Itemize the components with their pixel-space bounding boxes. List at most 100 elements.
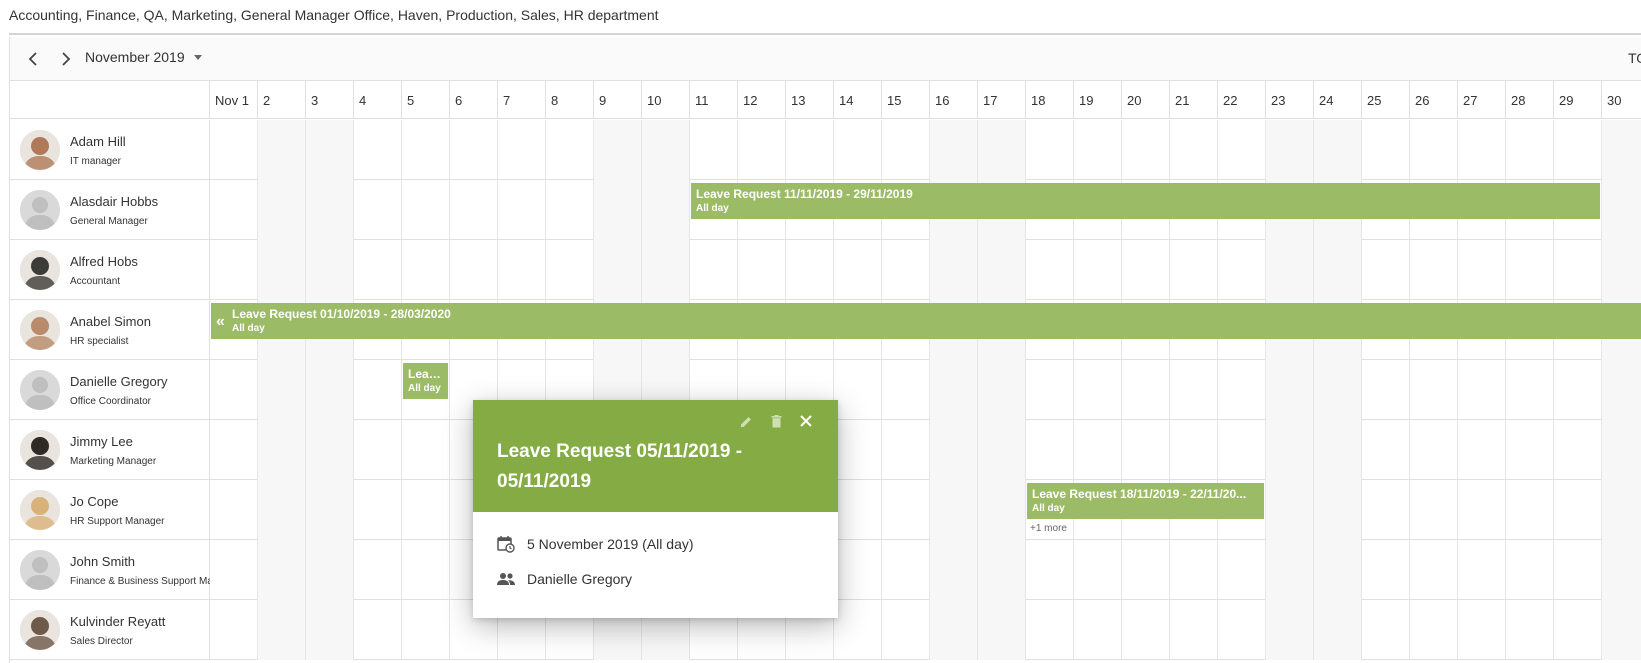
timeline-cell[interactable]	[1266, 540, 1314, 600]
timeline-cell[interactable]	[978, 120, 1026, 180]
date-header-cell[interactable]: 4	[354, 81, 402, 119]
date-header-cell[interactable]: 12	[738, 81, 786, 119]
timeline-cell[interactable]	[1122, 240, 1170, 300]
date-header-cell[interactable]: 9	[594, 81, 642, 119]
timeline-cell[interactable]	[1362, 420, 1410, 480]
timeline-cell[interactable]	[210, 420, 258, 480]
timeline-cell[interactable]	[354, 600, 402, 660]
timeline-cell[interactable]	[1170, 120, 1218, 180]
timeline-cell[interactable]	[258, 420, 306, 480]
timeline-cell[interactable]	[1026, 540, 1074, 600]
timeline-cell[interactable]	[402, 240, 450, 300]
timeline-cell[interactable]	[306, 240, 354, 300]
timeline-cell[interactable]	[690, 120, 738, 180]
timeline-cell[interactable]	[930, 420, 978, 480]
timeline-cell[interactable]	[882, 240, 930, 300]
timeline-cell[interactable]	[1026, 240, 1074, 300]
timeline-cell[interactable]	[1554, 120, 1602, 180]
timeline-cell[interactable]	[1266, 360, 1314, 420]
timeline-cell[interactable]	[1266, 600, 1314, 660]
timeline-cell[interactable]	[1170, 420, 1218, 480]
timeline-cell[interactable]	[1074, 420, 1122, 480]
timeline-cell[interactable]	[402, 420, 450, 480]
timeline-cell[interactable]	[1122, 540, 1170, 600]
timeline-cell[interactable]	[1458, 360, 1506, 420]
timeline-cell[interactable]	[1458, 420, 1506, 480]
timeline-cell[interactable]	[1122, 360, 1170, 420]
date-header-cell[interactable]: Nov 1	[210, 81, 258, 119]
timeline-cell[interactable]	[1410, 420, 1458, 480]
timeline-cell[interactable]	[1458, 540, 1506, 600]
timeline-cell[interactable]	[1410, 480, 1458, 540]
previous-period-button[interactable]	[21, 47, 45, 71]
timeline-cell[interactable]	[354, 180, 402, 240]
date-header-cell[interactable]: 7	[498, 81, 546, 119]
timeline-cell[interactable]	[1554, 360, 1602, 420]
timeline-cell[interactable]	[1170, 240, 1218, 300]
timeline-cell[interactable]	[258, 240, 306, 300]
timeline-cell[interactable]	[1506, 480, 1554, 540]
timeline-cell[interactable]	[882, 360, 930, 420]
timeline-cell[interactable]	[258, 180, 306, 240]
timeline-cell[interactable]	[1602, 180, 1641, 240]
timeline-cell[interactable]	[402, 540, 450, 600]
timeline-cell[interactable]	[1554, 600, 1602, 660]
timeline-cell[interactable]	[1266, 240, 1314, 300]
timeline-cell[interactable]	[1506, 540, 1554, 600]
timeline-cell[interactable]	[1506, 360, 1554, 420]
timeline-cell[interactable]	[1362, 540, 1410, 600]
timeline-cell[interactable]	[642, 120, 690, 180]
timeline-cell[interactable]	[498, 180, 546, 240]
timeline-cell[interactable]	[1362, 240, 1410, 300]
timeline-cell[interactable]	[1314, 540, 1362, 600]
timeline-cell[interactable]	[354, 360, 402, 420]
timeline-cell[interactable]	[1314, 120, 1362, 180]
timeline-cell[interactable]	[834, 420, 882, 480]
timeline-cell[interactable]	[978, 540, 1026, 600]
timeline-cell[interactable]	[1602, 120, 1641, 180]
timeline-cell[interactable]	[306, 360, 354, 420]
timeline-cell[interactable]	[786, 120, 834, 180]
timeline-cell[interactable]	[834, 540, 882, 600]
timeline-cell[interactable]	[354, 480, 402, 540]
timeline-cell[interactable]	[930, 120, 978, 180]
date-header-cell[interactable]: 26	[1410, 81, 1458, 119]
delete-button[interactable]	[765, 410, 787, 432]
date-header-cell[interactable]: 18	[1026, 81, 1074, 119]
timeline-cell[interactable]	[210, 180, 258, 240]
timeline-cell[interactable]	[1602, 480, 1641, 540]
timeline-cell[interactable]	[450, 120, 498, 180]
close-button[interactable]	[795, 410, 817, 432]
timeline-cell[interactable]	[1506, 120, 1554, 180]
timeline-cell[interactable]	[1074, 600, 1122, 660]
timeline-cell[interactable]	[882, 600, 930, 660]
timeline-cell[interactable]	[1458, 120, 1506, 180]
today-button[interactable]: TO	[1628, 50, 1641, 66]
timeline-cell[interactable]	[1026, 360, 1074, 420]
date-header-cell[interactable]: 16	[930, 81, 978, 119]
timeline-cell[interactable]	[642, 180, 690, 240]
timeline-cell[interactable]	[930, 480, 978, 540]
timeline-cell[interactable]	[1602, 360, 1641, 420]
timeline-cell[interactable]	[1602, 600, 1641, 660]
timeline-cell[interactable]	[1554, 540, 1602, 600]
timeline-cell[interactable]	[1266, 420, 1314, 480]
timeline-cell[interactable]	[1266, 120, 1314, 180]
timeline-cell[interactable]	[930, 540, 978, 600]
timeline-cell[interactable]	[1074, 120, 1122, 180]
timeline-cell[interactable]	[978, 480, 1026, 540]
timeline-cell[interactable]	[306, 180, 354, 240]
timeline-cell[interactable]	[1314, 420, 1362, 480]
timeline-cell[interactable]	[1602, 540, 1641, 600]
date-header-cell[interactable]: 6	[450, 81, 498, 119]
timeline-cell[interactable]	[1506, 600, 1554, 660]
timeline-cell[interactable]	[210, 360, 258, 420]
timeline-cell[interactable]	[1074, 360, 1122, 420]
timeline-cell[interactable]	[1554, 240, 1602, 300]
timeline-cell[interactable]	[306, 420, 354, 480]
timeline-cell[interactable]	[1362, 480, 1410, 540]
timeline-cell[interactable]	[930, 600, 978, 660]
timeline-cell[interactable]	[1218, 600, 1266, 660]
timeline-cell[interactable]	[594, 180, 642, 240]
timeline-cell[interactable]	[546, 180, 594, 240]
